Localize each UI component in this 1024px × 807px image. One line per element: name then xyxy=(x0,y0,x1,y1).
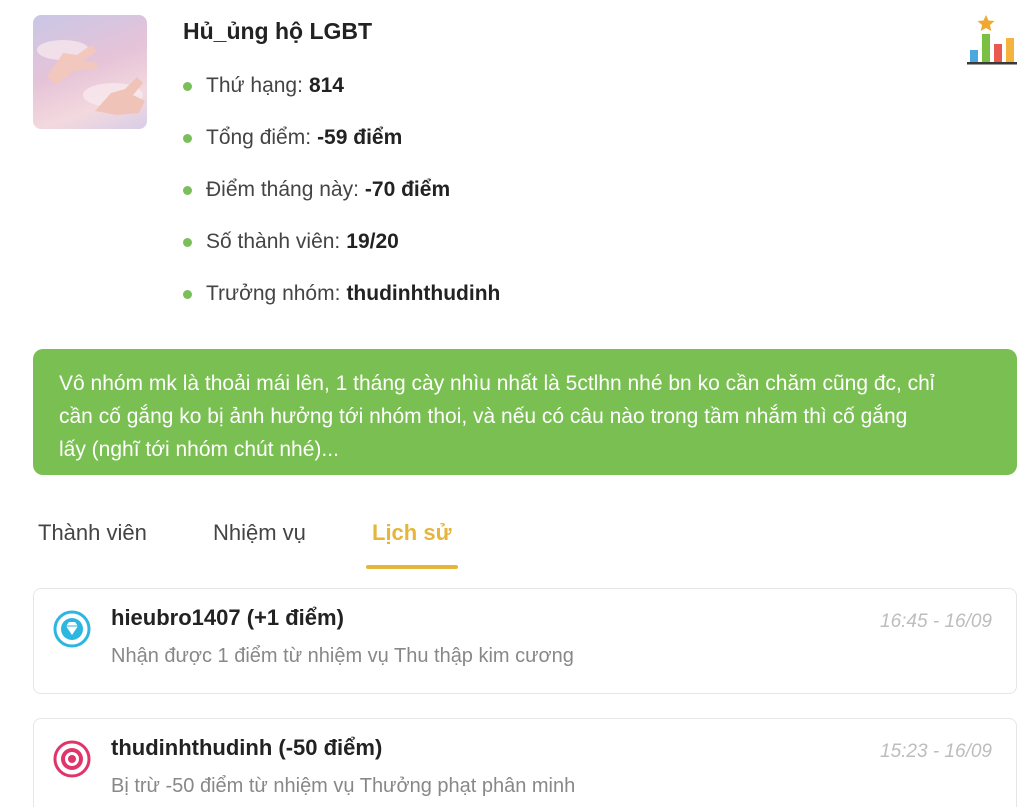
group-name: Hủ_ủng hộ LGBT xyxy=(183,18,373,44)
tab-missions[interactable]: Nhiệm vụ xyxy=(213,520,306,546)
history-description: Bị trừ -50 điểm từ nhiệm vụ Thưởng phạt … xyxy=(111,775,576,797)
stat-leader: Trưởng nhóm: thudinhthudinh xyxy=(183,268,500,320)
stat-label: Số thành viên: xyxy=(206,230,341,253)
bar-chart-star-icon[interactable] xyxy=(966,14,1018,66)
group-detail-page: Hủ_ủng hộ LGBT Thứ hạng: 814 Tổng điểm: … xyxy=(0,0,1024,807)
history-description: Nhận được 1 điểm từ nhiệm vụ Thu thập ki… xyxy=(111,645,574,667)
stat-total-points: Tổng điểm: -59 điểm xyxy=(183,112,500,164)
stat-label: Điểm tháng này: xyxy=(206,178,359,201)
target-icon xyxy=(52,739,92,779)
bullet-dot xyxy=(183,185,192,195)
history-item: hieubro1407 (+1 điểm) Nhận được 1 điểm t… xyxy=(33,588,1017,694)
active-tab-indicator xyxy=(366,565,458,569)
bullet-dot xyxy=(183,133,192,143)
stat-members: Số thành viên: 19/20 xyxy=(183,216,500,268)
history-title: hieubro1407 (+1 điểm) xyxy=(111,605,344,630)
stat-label: Tổng điểm: xyxy=(206,126,312,149)
bullet-dot xyxy=(183,81,192,91)
history-timestamp: 15:23 - 16/09 xyxy=(880,741,992,762)
bullet-dot xyxy=(183,237,192,247)
group-description-text: Vô nhóm mk là thoải mái lên, 1 tháng cày… xyxy=(59,372,935,461)
history-title: thudinhthudinh (-50 điểm) xyxy=(111,735,383,760)
group-avatar xyxy=(33,15,147,129)
stat-rank: Thứ hạng: 814 xyxy=(183,60,500,112)
stat-value: 19/20 xyxy=(346,230,399,253)
history-item: thudinhthudinh (-50 điểm) Bị trừ -50 điể… xyxy=(33,718,1017,807)
history-timestamp: 16:45 - 16/09 xyxy=(880,611,992,632)
stat-value: thudinhthudinh xyxy=(346,282,501,305)
stat-value: -70 điểm xyxy=(364,178,451,201)
stat-label: Trưởng nhóm: xyxy=(206,282,341,305)
tab-members[interactable]: Thành viên xyxy=(38,520,147,546)
stat-label: Thứ hạng: xyxy=(206,74,303,97)
stat-value: -59 điểm xyxy=(317,126,403,149)
tab-history[interactable]: Lịch sử xyxy=(372,520,452,546)
group-stats-list: Thứ hạng: 814 Tổng điểm: -59 điểm Điểm t… xyxy=(183,60,500,320)
diamond-icon xyxy=(52,609,92,649)
stat-month-points: Điểm tháng này: -70 điểm xyxy=(183,164,500,216)
bullet-dot xyxy=(183,289,192,299)
stat-value: 814 xyxy=(308,74,344,97)
group-description: Vô nhóm mk là thoải mái lên, 1 tháng cày… xyxy=(33,349,1017,475)
